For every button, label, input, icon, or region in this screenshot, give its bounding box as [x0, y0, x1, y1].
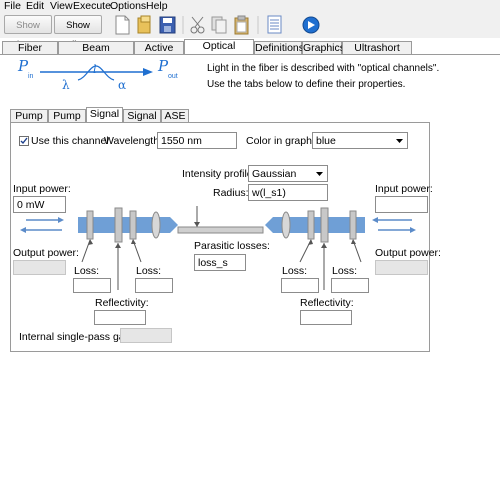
chevron-down-icon: [396, 139, 403, 143]
tab-pump-2[interactable]: Pump 2: [48, 109, 86, 135]
right-lens-icon: [281, 211, 291, 239]
left-lens-icon: [151, 211, 161, 239]
new-file-icon[interactable]: [115, 15, 130, 35]
show-forms-button[interactable]: Show forms: [4, 15, 52, 50]
intensity-profile-value: Gaussian: [252, 168, 297, 180]
wavelength-label: Wavelength:: [104, 135, 162, 147]
radius-field[interactable]: w(l_s1): [248, 184, 328, 201]
p-out-symbol: P: [158, 57, 169, 75]
left-mirror-3-icon: [129, 210, 137, 240]
color-select[interactable]: blue: [312, 132, 408, 149]
lambda-symbol: λ: [62, 78, 70, 92]
arrow-right-bidirectional-icon: [372, 217, 416, 233]
open-file-icon[interactable]: [137, 15, 151, 34]
input-power-right-label: Input power:: [375, 183, 433, 195]
intro-text-line1: Light in the fiber is described with "op…: [207, 63, 440, 74]
tab-definitions[interactable]: Definitions: [254, 41, 304, 54]
internal-gain-field: [120, 328, 172, 343]
color-in-graphs-label: Color in graphs:: [246, 135, 321, 147]
intro-text-line2: Use the tabs below to define their prope…: [207, 79, 406, 90]
output-power-left-label: Output power:: [13, 247, 79, 259]
loss-left-outer-label: Loss:: [74, 265, 100, 277]
arrow-left-bidirectional-icon: [20, 217, 64, 233]
p-out-subscript: out: [168, 73, 178, 80]
use-channel-checkbox[interactable]: [19, 136, 29, 146]
parasitic-losses-field[interactable]: loss_s: [194, 254, 246, 271]
menu-help[interactable]: Help: [146, 0, 168, 12]
reflectivity-right-field[interactable]: [300, 310, 352, 325]
loss-left-inner-label: Loss:: [136, 265, 162, 277]
intensity-profile-select[interactable]: Gaussian: [248, 165, 328, 182]
menu-options[interactable]: Options: [110, 0, 146, 12]
menu-view[interactable]: View: [50, 0, 73, 12]
wavelength-field[interactable]: 1550 nm: [157, 132, 237, 149]
output-power-left-field: [13, 260, 66, 275]
menu-execute[interactable]: Execute: [73, 0, 111, 12]
tab-ultrashort-pulses[interactable]: Ultrashort pulses: [342, 41, 412, 67]
input-power-left-label: Input power:: [13, 183, 71, 195]
tab-pump-1[interactable]: Pump 1: [10, 109, 48, 135]
checkmark-icon: [20, 137, 28, 145]
output-power-right-label: Output power:: [375, 247, 441, 259]
loss-left-inner-field[interactable]: [135, 278, 173, 293]
menu-bar: File Edit View Execute Options Help: [0, 0, 500, 12]
show-editors-button[interactable]: Show editors: [54, 15, 102, 50]
tab-fiber-modes[interactable]: Fiber modes: [2, 41, 58, 67]
left-mirror-1-icon: [86, 210, 94, 240]
reflectivity-left-label: Reflectivity:: [95, 297, 149, 309]
tab-signal-2[interactable]: Signal 2: [123, 109, 161, 135]
tab-beam-propagation[interactable]: Beam propagation: [58, 41, 134, 67]
cut-icon[interactable]: [190, 16, 205, 34]
color-select-value: blue: [316, 135, 336, 147]
fiber-icon: [177, 226, 264, 234]
intensity-profile-label: Intensity profile:: [182, 168, 256, 180]
right-mirror-1-icon: [307, 210, 315, 240]
toolbar-icons: [115, 15, 320, 35]
copy-icon[interactable]: [211, 16, 227, 34]
length-symbol: l: [93, 63, 97, 76]
p-in-symbol: P: [18, 57, 29, 75]
menu-file[interactable]: File: [4, 0, 21, 12]
loss-right-inner-field[interactable]: [281, 278, 319, 293]
tab-graphics[interactable]: Graphics: [302, 41, 345, 54]
tab-optical-channels[interactable]: Optical channels: [184, 39, 254, 65]
reflectivity-left-field[interactable]: [94, 310, 146, 325]
reflectivity-right-label: Reflectivity:: [300, 297, 354, 309]
run-icon[interactable]: [302, 16, 320, 34]
document-list-icon[interactable]: [267, 15, 282, 34]
loss-left-outer-field[interactable]: [73, 278, 111, 293]
loss-right-inner-label: Loss:: [282, 265, 308, 277]
use-channel-label: Use this channel: [31, 135, 109, 147]
alpha-symbol: α: [118, 78, 127, 92]
internal-gain-label: Internal single-pass gain:: [19, 331, 136, 343]
tab-signal-1[interactable]: Signal 1: [86, 107, 123, 133]
tab-active-fiber[interactable]: Active fiber: [134, 41, 184, 67]
paste-icon[interactable]: [234, 15, 249, 35]
right-mirror-3-icon: [349, 210, 357, 240]
p-in-subscript: in: [28, 73, 34, 80]
save-icon[interactable]: [159, 16, 176, 34]
parasitic-losses-label: Parasitic losses:: [194, 240, 270, 252]
loss-right-outer-field[interactable]: [331, 278, 369, 293]
output-power-right-field: [375, 260, 428, 275]
left-mirror-2-icon: [114, 207, 123, 243]
tab-ase[interactable]: ASE: [161, 109, 189, 122]
loss-right-outer-label: Loss:: [332, 265, 358, 277]
chevron-down-icon: [316, 172, 323, 176]
right-mirror-2-icon: [320, 207, 329, 243]
menu-edit[interactable]: Edit: [26, 0, 44, 12]
radius-label: Radius:: [213, 187, 249, 199]
